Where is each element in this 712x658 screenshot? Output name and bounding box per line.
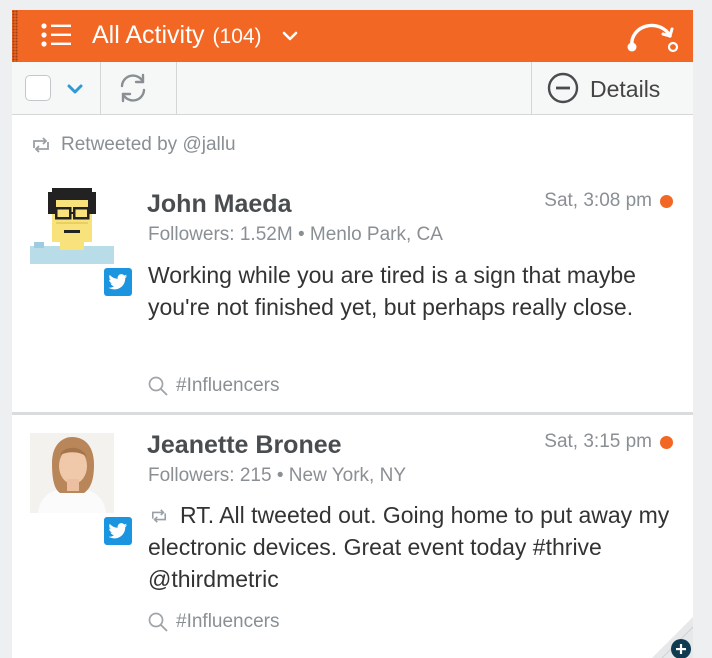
panel-header: All Activity (104) (12, 10, 693, 62)
chevron-down-icon[interactable] (67, 84, 83, 94)
followers-count: Followers: 215 (148, 465, 272, 486)
retweeted-by-label: Retweeted by @jallu (61, 134, 236, 155)
avatar[interactable] (30, 433, 114, 513)
toolbar: Details (12, 62, 693, 115)
search-icon (148, 612, 168, 632)
select-all-checkbox[interactable] (25, 75, 51, 101)
drag-handle[interactable] (12, 10, 18, 62)
post-time: Sat, 3:15 pm (544, 431, 652, 452)
unread-dot (660, 195, 673, 208)
author-meta: Followers: 1.52M • Menlo Park, CA (148, 224, 443, 246)
stream-tag-label: #Influencers (176, 375, 280, 396)
followers-count: Followers: 1.52M (148, 224, 293, 245)
toolbar-divider (176, 62, 177, 114)
activity-card[interactable]: Jeanette Bronee Followers: 215 • New Yor… (12, 412, 693, 658)
chevron-down-icon[interactable] (282, 30, 298, 42)
minus-circle-icon (547, 72, 579, 104)
retweet-icon (33, 137, 49, 153)
stream-tag[interactable]: #Influencers (148, 611, 280, 633)
activity-card[interactable]: Retweeted by @jallu John Maeda Followers… (12, 114, 693, 412)
author-name[interactable]: John Maeda (147, 190, 291, 219)
retweeted-by: Retweeted by @jallu (30, 134, 236, 156)
refresh-icon[interactable] (116, 71, 150, 105)
route-arc-icon[interactable] (624, 20, 680, 54)
tweet-text: Working while you are tired is a sign th… (148, 262, 636, 320)
author-location: Menlo Park, CA (309, 224, 443, 245)
author-meta: Followers: 215 • New York, NY (148, 465, 406, 487)
details-label: Details (590, 76, 661, 102)
tweet-body: RT. All tweeted out. Going home to put a… (148, 499, 678, 595)
unread-dot (660, 436, 673, 449)
pixel-avatar-icon (30, 188, 114, 264)
twitter-icon (104, 268, 132, 296)
activity-panel: All Activity (104) Details Retweeted by … (12, 10, 693, 658)
stream-tag-label: #Influencers (176, 611, 280, 632)
meta-separator: • (276, 465, 289, 486)
stream-count: (104) (212, 25, 262, 48)
author-location: New York, NY (288, 465, 407, 486)
add-corner-icon[interactable] (649, 617, 693, 658)
details-button[interactable]: Details (532, 62, 693, 114)
search-icon (148, 376, 168, 396)
list-icon[interactable] (40, 23, 72, 47)
author-name[interactable]: Jeanette Bronee (147, 431, 342, 460)
stream-tag[interactable]: #Influencers (148, 375, 280, 397)
post-time: Sat, 3:08 pm (544, 190, 652, 211)
person-photo-icon (30, 433, 114, 513)
retweet-icon (151, 509, 167, 523)
tweet-text: RT. All tweeted out. Going home to put a… (148, 502, 670, 592)
toolbar-divider (100, 62, 101, 114)
meta-separator: • (297, 224, 310, 245)
avatar[interactable] (30, 184, 114, 264)
twitter-icon (104, 517, 132, 545)
stream-title-label: All Activity (92, 21, 205, 49)
stream-title[interactable]: All Activity (104) (92, 21, 262, 50)
